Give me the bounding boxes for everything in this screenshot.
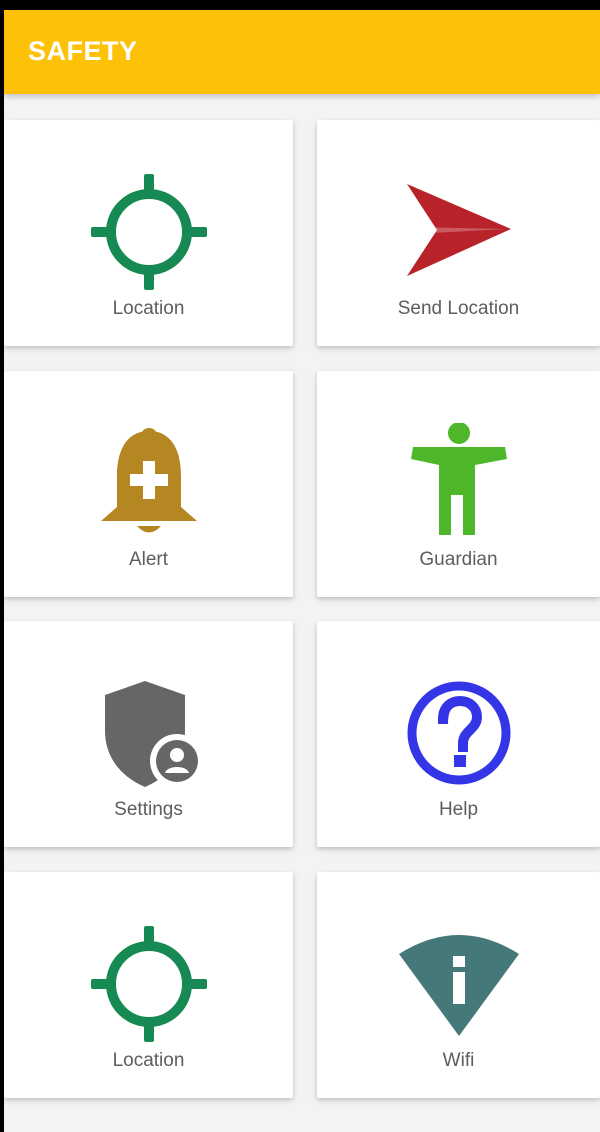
tile-label: Guardian [419,549,498,570]
app-bar: SAFETY [4,10,600,94]
tile-label: Location [112,1050,185,1071]
crosshair-icon [4,924,293,1044]
app-title: SAFETY [28,36,138,66]
tile-label: Alert [128,549,169,570]
person-icon [317,423,600,543]
tile-label: Send Location [397,298,520,319]
wifi-info-icon [317,924,600,1044]
status-bar [0,0,600,10]
screen-edge [0,0,4,1132]
location-tile[interactable]: Location [4,120,293,346]
alert-tile[interactable]: Alert [4,371,293,597]
wifi-tile[interactable]: Wifi [317,872,600,1098]
guardian-tile[interactable]: Guardian [317,371,600,597]
alarm-bell-plus-icon [4,423,293,543]
send-icon [317,172,600,292]
app-screen: SAFETY Location Send Location Alert Guar… [0,0,600,1132]
tile-label: Wifi [442,1050,475,1071]
crosshair-icon [4,172,293,292]
tile-label: Location [112,298,185,319]
help-circle-icon [317,673,600,793]
shield-account-icon [4,673,293,793]
tile-label: Settings [114,799,183,820]
help-tile[interactable]: Help [317,621,600,847]
location-tile[interactable]: Location [4,872,293,1098]
tile-label: Help [438,799,479,820]
send-location-tile[interactable]: Send Location [317,120,600,346]
settings-tile[interactable]: Settings [4,621,293,847]
